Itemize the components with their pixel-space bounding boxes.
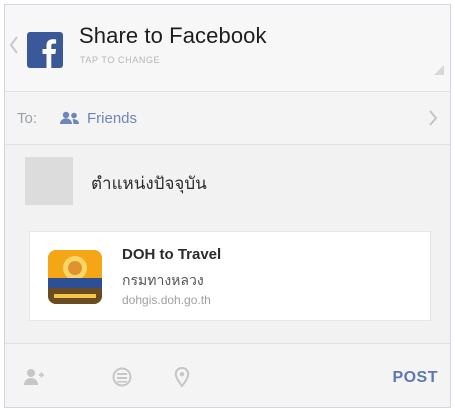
post-toolbar: POST: [5, 344, 450, 407]
avatar: [25, 157, 73, 205]
emoji-icon[interactable]: [111, 366, 133, 388]
link-domain: dohgis.doh.go.th: [122, 293, 211, 307]
chevron-right-icon[interactable]: [428, 109, 438, 127]
dialog-header: Share to Facebook TAP TO CHANGE: [5, 5, 450, 92]
location-pin-icon[interactable]: [171, 366, 193, 388]
post-button[interactable]: POST: [392, 369, 438, 387]
tap-to-change-hint[interactable]: TAP TO CHANGE: [80, 55, 160, 65]
tag-friends-icon[interactable]: [23, 366, 45, 388]
facebook-logo-icon: [27, 32, 63, 68]
share-dialog: Share to Facebook TAP TO CHANGE To: Frie…: [4, 4, 451, 408]
doh-app-icon: [48, 250, 102, 304]
dialog-title[interactable]: Share to Facebook: [79, 23, 267, 49]
back-chevron-icon[interactable]: [9, 35, 19, 55]
to-label: To:: [17, 110, 38, 127]
compose-area[interactable]: ตำแหน่งปัจจุบัน DOH to Travel กรมทางหลวง…: [5, 145, 450, 321]
friends-icon: [60, 111, 79, 124]
status-text[interactable]: ตำแหน่งปัจจุบัน: [91, 170, 207, 197]
link-preview-card[interactable]: DOH to Travel กรมทางหลวง dohgis.doh.go.t…: [29, 231, 431, 321]
audience-selector[interactable]: To: Friends: [5, 92, 450, 145]
resize-corner-icon: [434, 65, 444, 75]
link-title: DOH to Travel: [122, 246, 222, 263]
link-subtitle: กรมทางหลวง: [122, 272, 204, 288]
audience-selected[interactable]: Friends: [87, 110, 137, 127]
